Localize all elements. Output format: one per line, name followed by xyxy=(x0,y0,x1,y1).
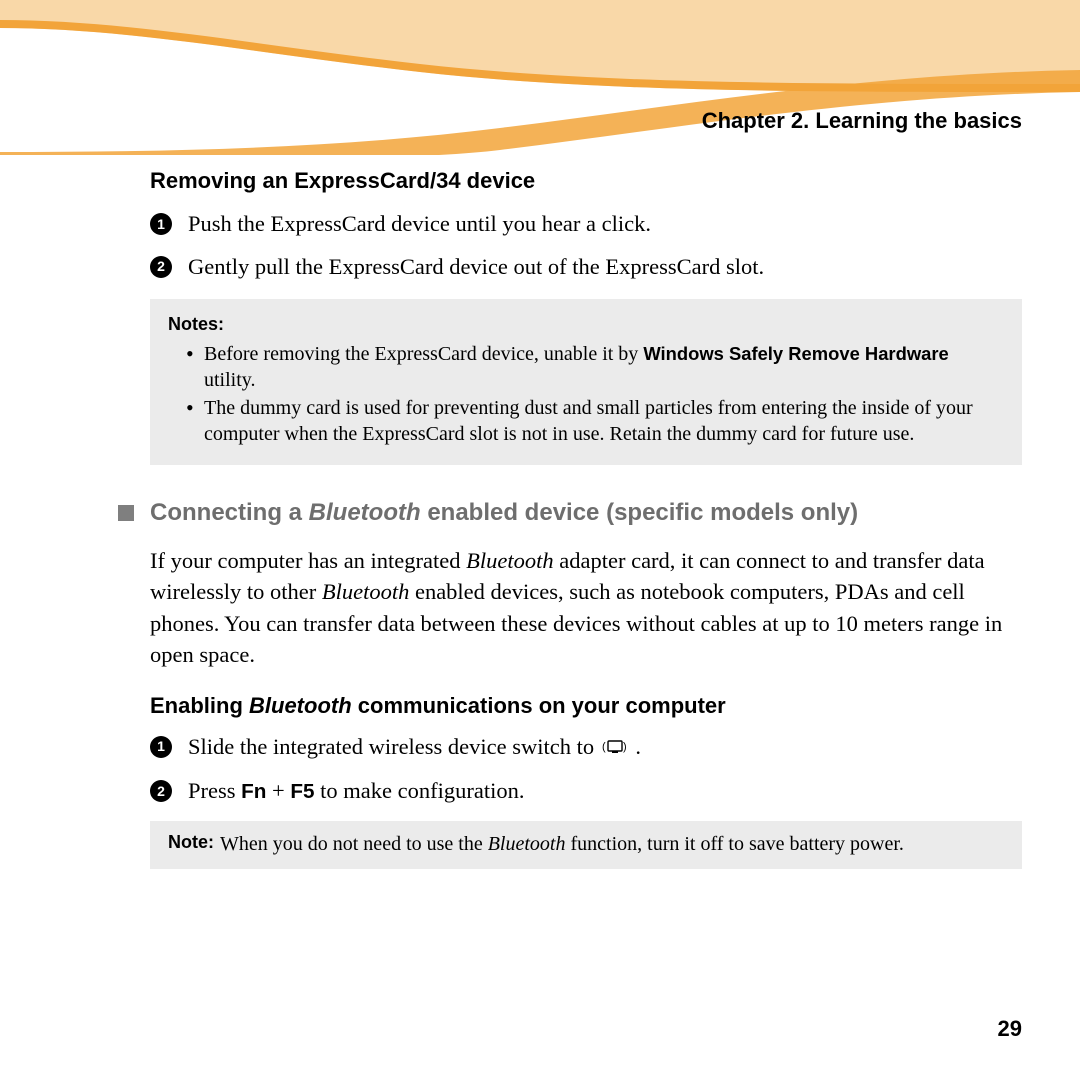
section-heading-enabling-bluetooth: Enabling Bluetooth communications on you… xyxy=(150,693,1022,719)
square-bullet-icon xyxy=(118,505,134,521)
step-text: Press Fn + F5 to make configuration. xyxy=(188,775,524,808)
section-heading-bluetooth: Connecting a Bluetooth enabled device (s… xyxy=(118,499,1022,527)
note-label: Note: xyxy=(168,831,214,857)
section-heading-removing-expresscard: Removing an ExpressCard/34 device xyxy=(150,168,1022,194)
bluetooth-description: If your computer has an integrated Bluet… xyxy=(150,545,1022,671)
step-1-bt: 1 Slide the integrated wireless device s… xyxy=(150,731,1022,765)
page-header: Chapter 2. Learning the basics xyxy=(0,0,1080,155)
svg-text:(: ( xyxy=(602,741,606,753)
step-1: 1 Push the ExpressCard device until you … xyxy=(150,208,1022,241)
note-item: Before removing the ExpressCard device, … xyxy=(186,341,1004,393)
notes-box: Notes: Before removing the ExpressCard d… xyxy=(150,299,1022,464)
chapter-title: Chapter 2. Learning the basics xyxy=(702,108,1022,134)
step-text: Slide the integrated wireless device swi… xyxy=(188,731,641,765)
page-content: Removing an ExpressCard/34 device 1 Push… xyxy=(150,168,1022,869)
svg-text:): ) xyxy=(623,741,627,753)
step-number-icon: 2 xyxy=(150,780,172,802)
notes-title: Notes: xyxy=(168,313,1004,336)
note-box-battery: Note: When you do not need to use the Bl… xyxy=(150,821,1022,869)
step-2-bt: 2 Press Fn + F5 to make configuration. xyxy=(150,775,1022,808)
wireless-on-icon: ( ) xyxy=(602,732,628,765)
page-number: 29 xyxy=(998,1016,1022,1042)
step-number-icon: 2 xyxy=(150,256,172,278)
step-2: 2 Gently pull the ExpressCard device out… xyxy=(150,251,1022,284)
note-item: The dummy card is used for preventing du… xyxy=(186,395,1004,447)
step-text: Gently pull the ExpressCard device out o… xyxy=(188,251,764,284)
step-text: Push the ExpressCard device until you he… xyxy=(188,208,651,241)
step-number-icon: 1 xyxy=(150,736,172,758)
step-number-icon: 1 xyxy=(150,213,172,235)
